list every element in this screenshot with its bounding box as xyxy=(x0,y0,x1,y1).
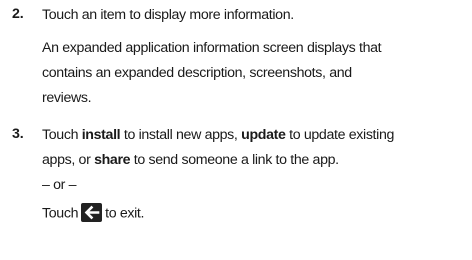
back-arrow-icon xyxy=(81,203,103,222)
step-2-line-1: Touch an item to display more informatio… xyxy=(42,7,294,23)
update-keyword: update xyxy=(241,127,286,143)
step-number: 2. xyxy=(12,6,24,22)
text-segment: to update existing xyxy=(285,127,395,143)
text-segment: to exit. xyxy=(105,205,145,222)
step-3-line-2: apps, or share to send someone a link to… xyxy=(42,151,339,169)
document-page: 2. Touch an item to display more informa… xyxy=(0,0,472,260)
step-2-line-3: contains an expanded description, screen… xyxy=(42,65,352,81)
step-2-line-2: An expanded application information scre… xyxy=(42,40,382,56)
step-2-line-4: reviews. xyxy=(42,90,92,106)
step-3-line-1: Touch install to install new apps, updat… xyxy=(42,126,394,144)
text-segment: to install new apps, xyxy=(120,127,242,143)
or-separator: – or – xyxy=(42,177,77,193)
share-keyword: share xyxy=(94,152,131,168)
text-segment: Touch xyxy=(42,205,79,222)
install-keyword: install xyxy=(81,127,121,143)
text-segment: Touch xyxy=(42,127,82,143)
text-segment: to send someone a link to the app. xyxy=(130,152,339,168)
text-segment: apps, or xyxy=(42,152,95,168)
step-number: 3. xyxy=(12,126,24,142)
step-3-line-4: Touch to exit. xyxy=(42,203,145,223)
